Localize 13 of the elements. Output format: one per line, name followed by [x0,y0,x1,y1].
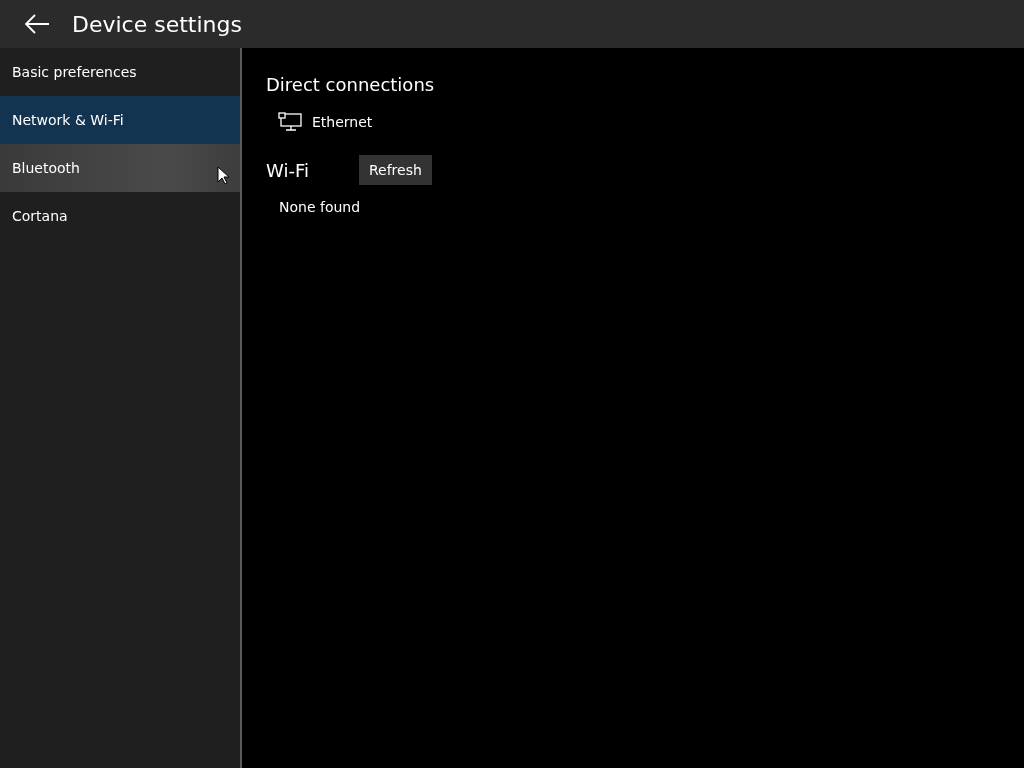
page-title: Device settings [72,11,242,37]
sidebar-item[interactable]: Bluetooth [0,144,240,192]
sidebar-item[interactable]: Basic preferences [0,48,240,96]
monitor-icon [278,112,302,132]
back-arrow-icon [24,14,50,34]
section-heading: Direct connections [266,74,436,95]
mouse-pointer-icon [217,166,229,184]
sidebar-item[interactable]: Cortana [0,192,240,240]
refresh-button[interactable]: Refresh [358,155,432,185]
status-text: None found [278,199,362,215]
connection-label[interactable]: Ethernet [312,114,373,130]
sidebar-item[interactable]: Network & Wi-Fi [0,96,240,144]
section-heading: Wi-Fi [266,159,309,181]
